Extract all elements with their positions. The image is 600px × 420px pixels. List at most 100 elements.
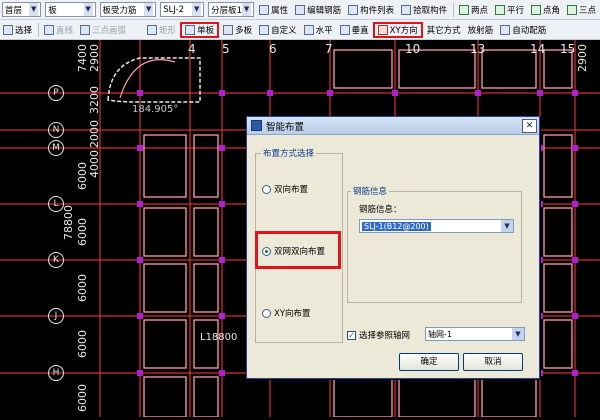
row-axis-bubble: K	[48, 252, 64, 268]
parallel-label: 平行	[506, 5, 524, 16]
xy-direction-label: XY方向	[389, 25, 418, 36]
column-axis-label: 13	[470, 42, 486, 56]
line-icon	[44, 24, 55, 35]
curve-line	[119, 59, 176, 99]
other-method-button[interactable]: 其它方式	[424, 22, 464, 38]
component-list-button[interactable]: 构件列表	[345, 2, 397, 18]
custom-button[interactable]: 自定义	[256, 22, 300, 38]
row-axis-bubble: H	[48, 365, 64, 381]
method-group-label: 布置方式选择	[261, 147, 317, 159]
cancel-button[interactable]: 取消	[463, 353, 523, 371]
column-axis-label: 6	[269, 42, 277, 56]
dimension-label: 4000	[88, 150, 101, 178]
radio-xy-direction[interactable]: XY向布置	[262, 307, 311, 319]
rect-button[interactable]: 矩形	[144, 22, 179, 38]
two-points-button[interactable]: 两点	[456, 2, 491, 18]
horizontal-button[interactable]: 水平	[301, 22, 336, 38]
two-points-label: 两点	[470, 5, 488, 16]
layer-select[interactable]: 分层板1 ▼	[208, 2, 255, 17]
select-button[interactable]: 选择	[0, 22, 35, 38]
radial-button[interactable]: 放射筋	[465, 22, 497, 38]
radio-xy-label: XY向布置	[274, 309, 311, 319]
parallel-button[interactable]: 平行	[492, 2, 527, 18]
divider	[453, 2, 454, 17]
point-angle-label: 点角	[542, 5, 560, 16]
three-points-icon	[567, 4, 577, 15]
edit-rebar-button[interactable]: 编辑钢筋	[292, 2, 344, 18]
vertical-label: 垂直	[351, 25, 369, 36]
top-toolbar: 首层 ▼ 板 ▼ 板受力筋 ▼ SLJ-2 ▼ 分层板1 ▼ 属性 编辑钢筋 构件列表 拾…	[0, 0, 600, 20]
column-axis-label: 10	[405, 42, 421, 56]
radio-both-direction[interactable]: 双向布置	[262, 183, 308, 195]
horizontal-label: 水平	[315, 25, 333, 36]
dimension-label: 2900	[88, 44, 101, 72]
column-axis-label: 14	[530, 42, 546, 56]
dialog-title-bar[interactable]: 智能布置 ✕	[247, 117, 539, 135]
rect-label: 矩形	[159, 25, 177, 36]
multi-board-icon	[223, 24, 234, 35]
radio-button-selected[interactable]	[262, 246, 271, 256]
line-button[interactable]: 直线	[41, 22, 76, 38]
radio-dual-net-label: 双网双向布置	[274, 247, 326, 257]
vertical-button[interactable]: 垂直	[337, 22, 372, 38]
chevron-down-icon[interactable]: ▼	[501, 220, 513, 232]
single-board-icon	[185, 24, 196, 35]
rebar-name-value: SLJ-2	[163, 4, 184, 15]
two-points-icon	[458, 4, 469, 15]
rebar-info-label: 钢筋信息：	[359, 205, 402, 215]
line-label: 直线	[56, 25, 74, 36]
row-axis-bubble: P	[48, 85, 64, 101]
row-axis-bubble: N	[48, 122, 64, 138]
auto-layout-button[interactable]: 自动配筋	[497, 22, 549, 38]
ref-axis-label: 选择参照轴网	[359, 331, 411, 341]
radio-dual-net[interactable]: 双网双向布置	[262, 245, 325, 257]
chevron-down-icon[interactable]: ▼	[512, 328, 524, 340]
arc-icon	[80, 24, 91, 35]
property-label: 属性	[271, 5, 289, 16]
ref-axis-select[interactable]: 轴网-1 ▼	[425, 327, 525, 341]
point-angle-button[interactable]: 点角	[528, 2, 563, 18]
rebar-info-select[interactable]: SLJ-1(B12@200) ▼	[359, 219, 514, 233]
property-button[interactable]: 属性	[256, 2, 291, 18]
three-button[interactable]: 三点	[564, 2, 599, 18]
multi-board-label: 多板	[235, 25, 253, 36]
custom-label: 自定义	[271, 25, 297, 36]
single-board-button[interactable]: 单板	[180, 21, 220, 38]
column-axis-label: 7	[325, 42, 333, 56]
edit-icon	[295, 4, 306, 15]
divider	[38, 22, 40, 37]
row-axis-bubble: M	[48, 140, 64, 156]
column-axis-label: 5	[222, 42, 230, 56]
close-icon[interactable]: ✕	[522, 118, 537, 133]
rebar-type-select[interactable]: 板受力筋 ▼	[99, 2, 157, 17]
pick-component-label: 拾取构件	[413, 5, 448, 16]
app-icon	[251, 120, 262, 131]
vertical-icon	[339, 24, 350, 35]
select-label: 选择	[15, 25, 33, 36]
ok-button[interactable]: 确定	[399, 353, 459, 371]
rebar-name-select[interactable]: SLJ-2 ▼	[160, 2, 205, 17]
row-axis-bubble: J	[48, 308, 64, 324]
dimension-label: 6000	[76, 384, 89, 412]
single-board-label: 单板	[197, 25, 215, 36]
component-list-label: 构件列表	[360, 5, 395, 16]
checkbox-checked[interactable]: ✓	[347, 330, 356, 340]
dimension-label: 6000	[76, 330, 89, 358]
component-type-select[interactable]: 板 ▼	[45, 2, 96, 17]
chevron-down-icon: ▼	[144, 3, 154, 16]
three-point-arc-button[interactable]: 三点画弧	[77, 22, 129, 38]
xy-direction-button[interactable]: XY方向	[372, 21, 423, 38]
radio-button[interactable]	[262, 184, 271, 194]
other-method-label: 其它方式	[426, 25, 461, 36]
chevron-down-icon: ▼	[192, 3, 202, 16]
floor-select[interactable]: 首层 ▼	[2, 2, 42, 17]
pick-component-button[interactable]: 拾取构件	[398, 2, 450, 18]
pick-icon	[401, 4, 412, 15]
chevron-down-icon: ▼	[29, 3, 39, 16]
rebar-info-value: SLJ-1(B12@200)	[362, 221, 431, 231]
multi-board-button[interactable]: 多板	[220, 22, 255, 38]
floor-value: 首层	[5, 5, 23, 16]
three-label: 三点	[579, 5, 597, 16]
ref-axis-checkbox[interactable]: ✓ 选择参照轴网	[347, 329, 410, 341]
radio-button[interactable]	[262, 308, 271, 318]
